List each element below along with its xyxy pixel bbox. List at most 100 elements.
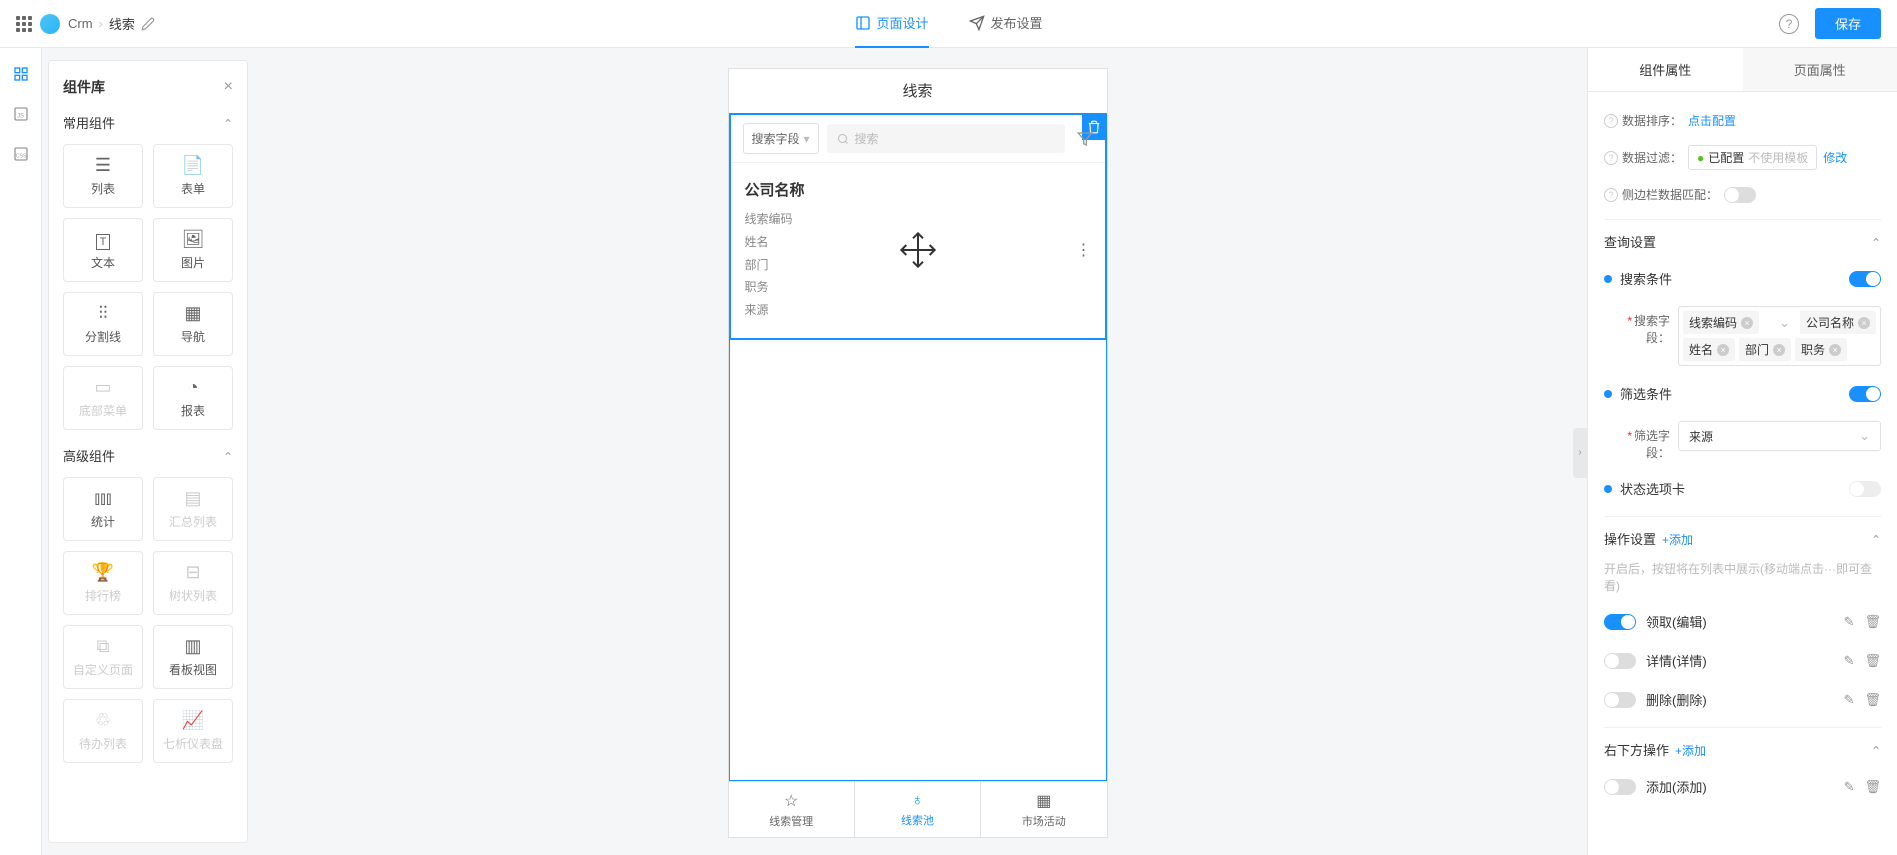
star-icon: ☆ <box>784 791 798 811</box>
comp-item-dashboard[interactable]: 📈七析仪表盘 <box>153 699 233 763</box>
list-card-preview[interactable]: 公司名称 线索编码 姓名 部门 职务 来源 ⋮ <box>731 162 1105 338</box>
tab-page-props[interactable]: 页面属性 <box>1743 48 1897 91</box>
add-operation-link[interactable]: +添加 <box>1662 533 1693 547</box>
comp-section-advanced-title: 高级组件 <box>63 446 115 465</box>
delete-icon[interactable]: 🗑 <box>1864 692 1881 708</box>
comp-section-advanced: 高级组件 ⌄ ⫾⫾⫾统计 ▤汇总列表 🏆排行榜 ⊟树状列表 ⧉自定义页面 ▥看板… <box>63 446 233 763</box>
left-rail: JS CSS <box>0 48 42 855</box>
tab-lead-pool[interactable]: ♁ 线索池 <box>855 782 981 837</box>
trophy-icon: 🏆 <box>92 563 114 581</box>
toggle-op-add[interactable] <box>1604 779 1636 795</box>
comp-item-report[interactable]: ◔报表 <box>153 366 233 430</box>
svg-text:JS: JS <box>17 113 24 119</box>
chevron-up-icon: ⌄ <box>1871 743 1881 757</box>
comp-item-bottom-menu[interactable]: ▭底部菜单 <box>63 366 143 430</box>
comp-item-custom-page[interactable]: ⧉自定义页面 <box>63 625 143 689</box>
add-bottom-op-link[interactable]: +添加 <box>1675 744 1706 758</box>
toggle-search-condition[interactable] <box>1849 271 1881 287</box>
toggle-op-delete[interactable] <box>1604 692 1636 708</box>
radio-dot-icon <box>1604 275 1612 283</box>
rail-css-icon[interactable]: CSS <box>11 144 31 164</box>
selected-list-component[interactable]: 搜索字段 ▾ 搜索 公司名称 线索编码 姓名 部门 <box>729 113 1107 340</box>
comp-item-list[interactable]: ☰列表 <box>63 144 143 208</box>
edit-icon[interactable]: ✎ <box>1844 614 1855 630</box>
toggle-filter-condition[interactable] <box>1849 386 1881 402</box>
config-sort-link[interactable]: 点击配置 <box>1688 112 1736 129</box>
toggle-status-tabs[interactable] <box>1849 481 1881 497</box>
tag-remove-icon[interactable]: × <box>1741 317 1753 329</box>
comp-panel-header: 组件库 × <box>63 77 233 97</box>
move-icon[interactable] <box>898 230 938 270</box>
prop-data-filter: ?数据过滤： ●已配置不使用模板 修改 <box>1604 137 1881 178</box>
section-operations[interactable]: 操作设置+添加 ⌄ <box>1604 516 1881 556</box>
breadcrumb-app[interactable]: Crm <box>68 16 93 31</box>
comp-item-form[interactable]: 📄表单 <box>153 144 233 208</box>
tab-lead-manage[interactable]: ☆ 线索管理 <box>729 782 855 837</box>
tab-marketing[interactable]: ▦ 市场活动 <box>981 782 1106 837</box>
help-icon[interactable]: ? <box>1604 188 1618 202</box>
rail-components-icon[interactable] <box>11 64 31 84</box>
delete-icon[interactable]: 🗑 <box>1864 779 1881 795</box>
apps-grid-icon[interactable] <box>16 16 32 32</box>
comp-item-kanban[interactable]: ▥看板视图 <box>153 625 233 689</box>
edit-icon[interactable]: ✎ <box>1844 692 1855 708</box>
tag-remove-icon[interactable]: × <box>1717 344 1729 356</box>
card-field: 线索编码 <box>745 208 1091 231</box>
tag-remove-icon[interactable]: × <box>1773 344 1785 356</box>
help-icon[interactable]: ? <box>1604 151 1618 165</box>
comp-item-nav[interactable]: ▦导航 <box>153 292 233 356</box>
tab-page-design[interactable]: 页面设计 <box>854 0 928 48</box>
op-row-claim: 领取(编辑) ✎🗑 <box>1604 602 1881 641</box>
section-bottom-ops[interactable]: 右下方操作+添加 ⌄ <box>1604 727 1881 767</box>
close-icon[interactable]: × <box>224 78 233 96</box>
more-icon[interactable]: ⋮ <box>1076 240 1091 260</box>
comp-grid-advanced: ⫾⫾⫾统计 ▤汇总列表 🏆排行榜 ⊟树状列表 ⧉自定义页面 ▥看板视图 ♲待办列… <box>63 477 233 763</box>
filter-fields-select[interactable]: 来源 ⌄ <box>1678 421 1881 451</box>
comp-item-summary-list[interactable]: ▤汇总列表 <box>153 477 233 541</box>
search-input[interactable]: 搜索 <box>827 124 1065 153</box>
custom-page-icon: ⧉ <box>97 637 110 655</box>
edit-icon[interactable]: ✎ <box>1844 779 1855 795</box>
app-logo <box>40 14 60 34</box>
comp-item-tree-list[interactable]: ⊟树状列表 <box>153 551 233 615</box>
comp-item-rank[interactable]: 🏆排行榜 <box>63 551 143 615</box>
toggle-op-claim[interactable] <box>1604 614 1636 630</box>
rail-js-icon[interactable]: JS <box>11 104 31 124</box>
delete-icon[interactable]: 🗑 <box>1864 653 1881 669</box>
modify-filter-link[interactable]: 修改 <box>1823 149 1847 166</box>
edit-icon[interactable]: ✎ <box>1844 653 1855 669</box>
comp-section-common-header[interactable]: 常用组件 ⌄ <box>63 113 233 132</box>
properties-tabs: 组件属性 页面属性 <box>1588 48 1897 92</box>
comp-item-todo[interactable]: ♲待办列表 <box>63 699 143 763</box>
breadcrumb-current: 线索 <box>109 14 135 33</box>
filter-icon[interactable] <box>1073 127 1097 151</box>
save-button[interactable]: 保存 <box>1815 8 1881 39</box>
collapse-right-panel[interactable]: › <box>1573 428 1587 478</box>
mobile-body-empty[interactable] <box>729 340 1107 781</box>
tab-component-props[interactable]: 组件属性 <box>1588 48 1743 91</box>
search-fields-select[interactable]: 线索编码× ⌄ 公司名称× 姓名× 部门× 职务× <box>1678 306 1881 366</box>
comp-item-stats[interactable]: ⫾⫾⫾统计 <box>63 477 143 541</box>
comp-item-image[interactable]: 🖼图片 <box>153 218 233 282</box>
op-row-delete: 删除(删除) ✎🗑 <box>1604 680 1881 719</box>
comp-item-divider[interactable]: ⫶⫶分割线 <box>63 292 143 356</box>
svg-text:CSS: CSS <box>15 153 26 159</box>
tab-publish-settings[interactable]: 发布设置 <box>969 0 1043 48</box>
help-icon[interactable]: ? <box>1779 14 1799 34</box>
section-query[interactable]: 查询设置 ⌄ <box>1604 219 1881 259</box>
operations-hint: 开启后，按钮将在列表中展示(移动端点击···即可查看) <box>1604 556 1881 602</box>
comp-item-text[interactable]: T文本 <box>63 218 143 282</box>
nav-icon: ▦ <box>184 304 201 322</box>
toggle-op-detail[interactable] <box>1604 653 1636 669</box>
tag-remove-icon[interactable]: × <box>1858 317 1870 329</box>
help-icon[interactable]: ? <box>1604 114 1618 128</box>
image-icon: 🖼 <box>182 230 205 248</box>
search-field-selector[interactable]: 搜索字段 ▾ <box>743 123 819 154</box>
tag-remove-icon[interactable]: × <box>1829 344 1841 356</box>
delete-icon[interactable]: 🗑 <box>1864 614 1881 630</box>
toggle-side-match[interactable] <box>1724 187 1756 203</box>
row-search-fields: *搜索字段： 线索编码× ⌄ 公司名称× 姓名× 部门× 职务× <box>1604 298 1881 374</box>
comp-section-advanced-header[interactable]: 高级组件 ⌄ <box>63 446 233 465</box>
todo-icon: ♲ <box>95 711 111 729</box>
edit-pencil-icon[interactable] <box>141 17 155 31</box>
